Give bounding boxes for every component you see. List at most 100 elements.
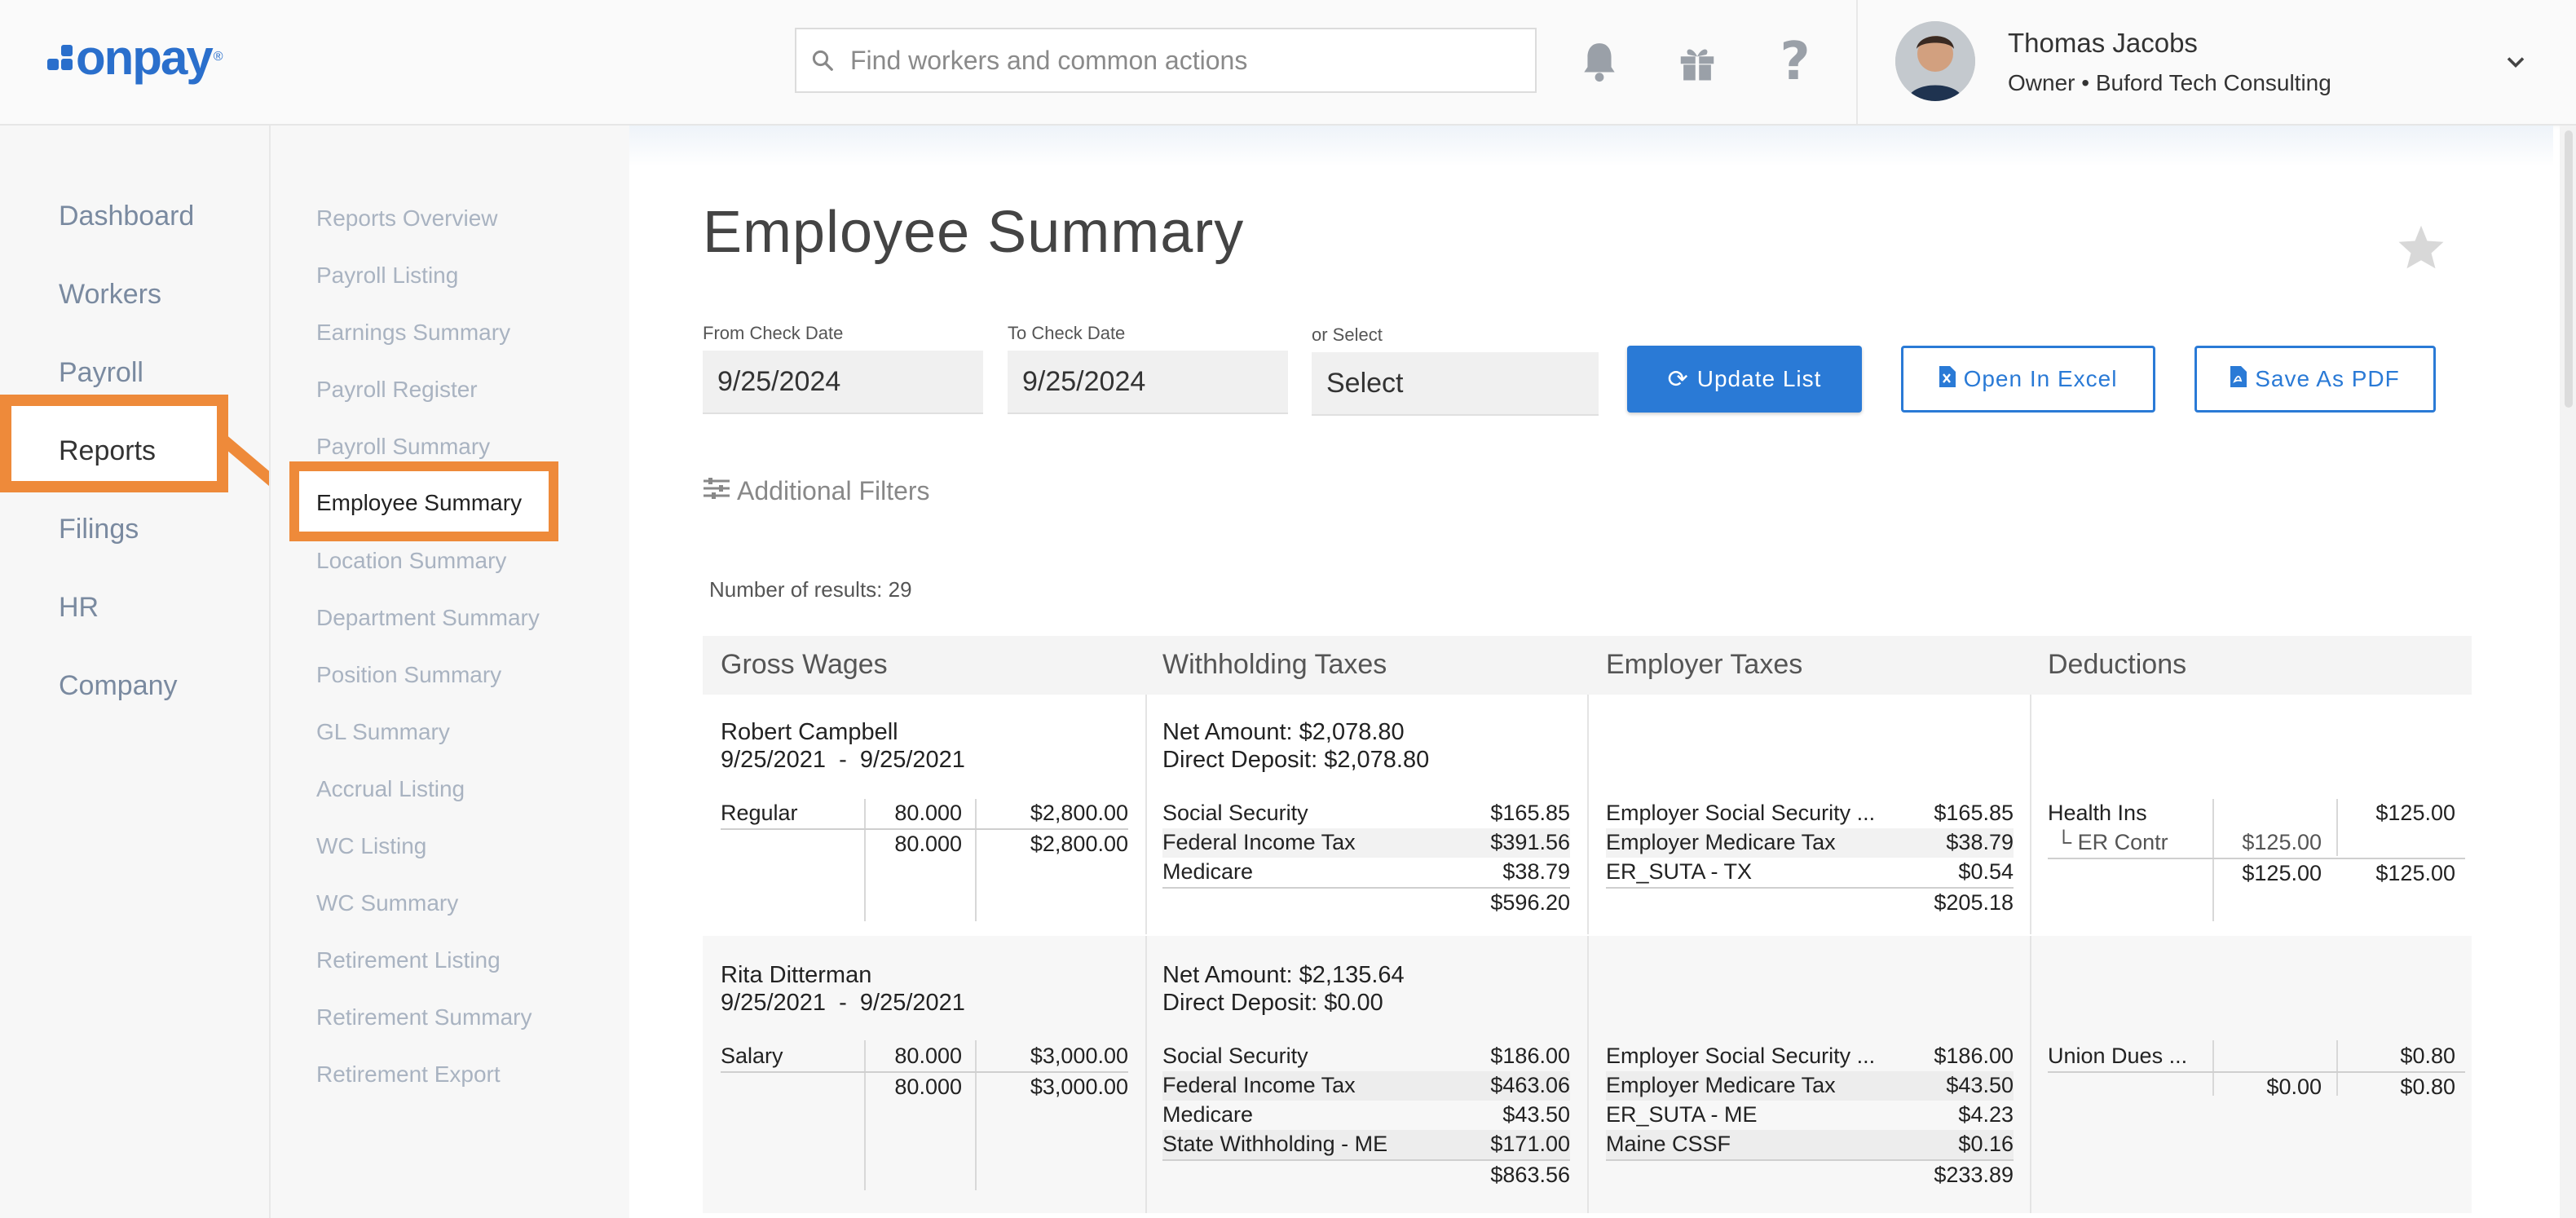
help-icon[interactable]: ? — [1769, 32, 1821, 92]
subnav-payroll-register[interactable]: Payroll Register — [316, 377, 478, 403]
update-list-label: Update List — [1696, 366, 1822, 391]
column-divider — [2030, 936, 2031, 1213]
subnav-wc-listing[interactable]: WC Listing — [316, 833, 426, 859]
content-top-shade — [629, 126, 2553, 166]
page-title: Employee Summary — [703, 200, 1245, 265]
wage-type: Regular — [721, 801, 798, 825]
search-input[interactable] — [849, 44, 1520, 77]
nav-item-reports[interactable]: Reports — [59, 435, 156, 467]
star-icon[interactable] — [2397, 223, 2446, 275]
withholding-amount: $186.00 — [1490, 1044, 1570, 1068]
subnav-reports-overview[interactable]: Reports Overview — [316, 205, 498, 232]
withholding-total-line — [1162, 1159, 1570, 1161]
nav-item-dashboard[interactable]: Dashboard — [59, 201, 194, 232]
pay-period: 9/25/2021 - 9/25/2021 — [721, 747, 965, 773]
wage-amount: $2,800.00 — [1030, 801, 1128, 825]
withholding-total: $596.20 — [1490, 890, 1570, 915]
employer-tax-amount: $186.00 — [1934, 1044, 2014, 1068]
logo-text: onpay — [76, 29, 214, 85]
employer-tax-amount: $165.85 — [1934, 801, 2014, 825]
header-employer-taxes: Employer Taxes — [1606, 649, 1803, 680]
employer-tax-amount: $38.79 — [1946, 830, 2014, 854]
column-divider — [1145, 936, 1147, 1213]
user-name: Thomas Jacobs — [2008, 28, 2198, 58]
withholding-total: $863.56 — [1490, 1163, 1570, 1187]
header-withholding-taxes: Withholding Taxes — [1162, 649, 1387, 680]
nav-item-workers[interactable]: Workers — [59, 279, 161, 311]
gift-icon[interactable] — [1671, 36, 1723, 88]
withholding-total-line — [1162, 887, 1570, 889]
subnav-retirement-listing[interactable]: Retirement Listing — [316, 947, 501, 973]
subnav-gl-summary[interactable]: GL Summary — [316, 719, 450, 745]
subnav-department-summary[interactable]: Department Summary — [316, 605, 540, 631]
wage-total-hours: 80.000 — [894, 832, 962, 856]
withholding-amount: $38.79 — [1502, 859, 1570, 884]
wage-type: Salary — [721, 1044, 783, 1068]
update-list-button[interactable]: ⟳ Update List — [1627, 346, 1862, 413]
logo-registered-mark: ® — [213, 50, 223, 64]
open-in-excel-button[interactable]: Open In Excel — [1901, 346, 2155, 413]
direct-deposit: Direct Deposit: $0.00 — [1162, 990, 1383, 1016]
deduction-er-total: $125.00 — [2242, 861, 2322, 885]
employer-tax-item: ER_SUTA - ME — [1606, 1102, 1758, 1127]
withholding-item: Federal Income Tax — [1162, 1073, 1356, 1097]
employer-tax-amount: $43.50 — [1946, 1073, 2014, 1097]
chevron-down-icon[interactable] — [2501, 47, 2530, 81]
subnav-retirement-summary[interactable]: Retirement Summary — [316, 1004, 532, 1030]
to-date-input[interactable]: 9/25/2024 — [1008, 351, 1288, 414]
save-as-pdf-label: Save As PDF — [2255, 366, 2400, 391]
avatar[interactable] — [1895, 21, 1975, 101]
column-divider — [2030, 695, 2031, 934]
subnav-payroll-listing[interactable]: Payroll Listing — [316, 263, 458, 289]
withholding-item: Social Security — [1162, 801, 1308, 825]
employee-name[interactable]: Rita Ditterman — [721, 962, 871, 989]
deduction-total-line — [2048, 1071, 2465, 1073]
subnav-location-summary[interactable]: Location Summary — [316, 548, 506, 574]
subnav-accrual-listing[interactable]: Accrual Listing — [316, 776, 465, 802]
wage-hours: 80.000 — [894, 1044, 962, 1068]
search-box[interactable] — [795, 28, 1537, 93]
header-deductions: Deductions — [2048, 649, 2187, 680]
select-label: or Select — [1312, 324, 1383, 345]
excel-file-icon — [1939, 365, 1956, 393]
results-count: Number of results: 29 — [709, 577, 912, 602]
nav-item-hr[interactable]: HR — [59, 592, 99, 624]
deductions-col-sep — [2212, 799, 2214, 921]
employee-name[interactable]: Robert Campbell — [721, 719, 898, 746]
deduction-sub-amount: $125.00 — [2242, 830, 2322, 854]
to-date-label: To Check Date — [1008, 323, 1126, 343]
subnav-wc-summary[interactable]: WC Summary — [316, 890, 458, 916]
table-header — [703, 636, 2472, 695]
nav-item-payroll[interactable]: Payroll — [59, 357, 143, 389]
search-icon — [796, 48, 849, 73]
bell-icon[interactable] — [1573, 36, 1625, 88]
subnav-position-summary[interactable]: Position Summary — [316, 662, 501, 688]
deduction-sub-name: └ ER Contr — [2056, 830, 2168, 854]
save-as-pdf-button[interactable]: Save As PDF — [2194, 346, 2436, 413]
wages-total-line — [721, 828, 1128, 830]
scrollbar-thumb[interactable] — [2565, 130, 2573, 408]
employer-tax-item: Maine CSSF — [1606, 1132, 1731, 1156]
subnav-earnings-summary[interactable]: Earnings Summary — [316, 320, 510, 346]
employer-tax-item: ER_SUTA - TX — [1606, 859, 1753, 884]
subnav-payroll-summary[interactable]: Payroll Summary — [316, 434, 490, 460]
employer-tax-total: $233.89 — [1934, 1163, 2014, 1187]
logo-dots-icon — [47, 44, 73, 70]
wage-total-amount: $3,000.00 — [1030, 1075, 1128, 1099]
from-date-input[interactable]: 9/25/2024 — [703, 351, 983, 414]
subnav-employee-summary[interactable]: Employee Summary — [316, 490, 522, 516]
withholding-amount: $171.00 — [1490, 1132, 1570, 1156]
withholding-item: State Withholding - ME — [1162, 1132, 1388, 1156]
withholding-item: Medicare — [1162, 859, 1254, 884]
employer-tax-item: Employer Social Security ... — [1606, 1044, 1876, 1068]
subnav-retirement-export[interactable]: Retirement Export — [316, 1061, 501, 1088]
additional-filters-toggle[interactable]: Additional Filters — [703, 476, 930, 506]
nav-item-company[interactable]: Company — [59, 670, 178, 702]
nav-item-filings[interactable]: Filings — [59, 514, 139, 545]
withholding-item: Federal Income Tax — [1162, 830, 1356, 854]
from-date-label: From Check Date — [703, 323, 844, 343]
onpay-logo[interactable]: onpay ® — [47, 29, 223, 85]
period-select[interactable]: Select — [1312, 352, 1599, 416]
withholding-amount: $391.56 — [1490, 830, 1570, 854]
employer-tax-amount: $0.54 — [1958, 859, 2014, 884]
